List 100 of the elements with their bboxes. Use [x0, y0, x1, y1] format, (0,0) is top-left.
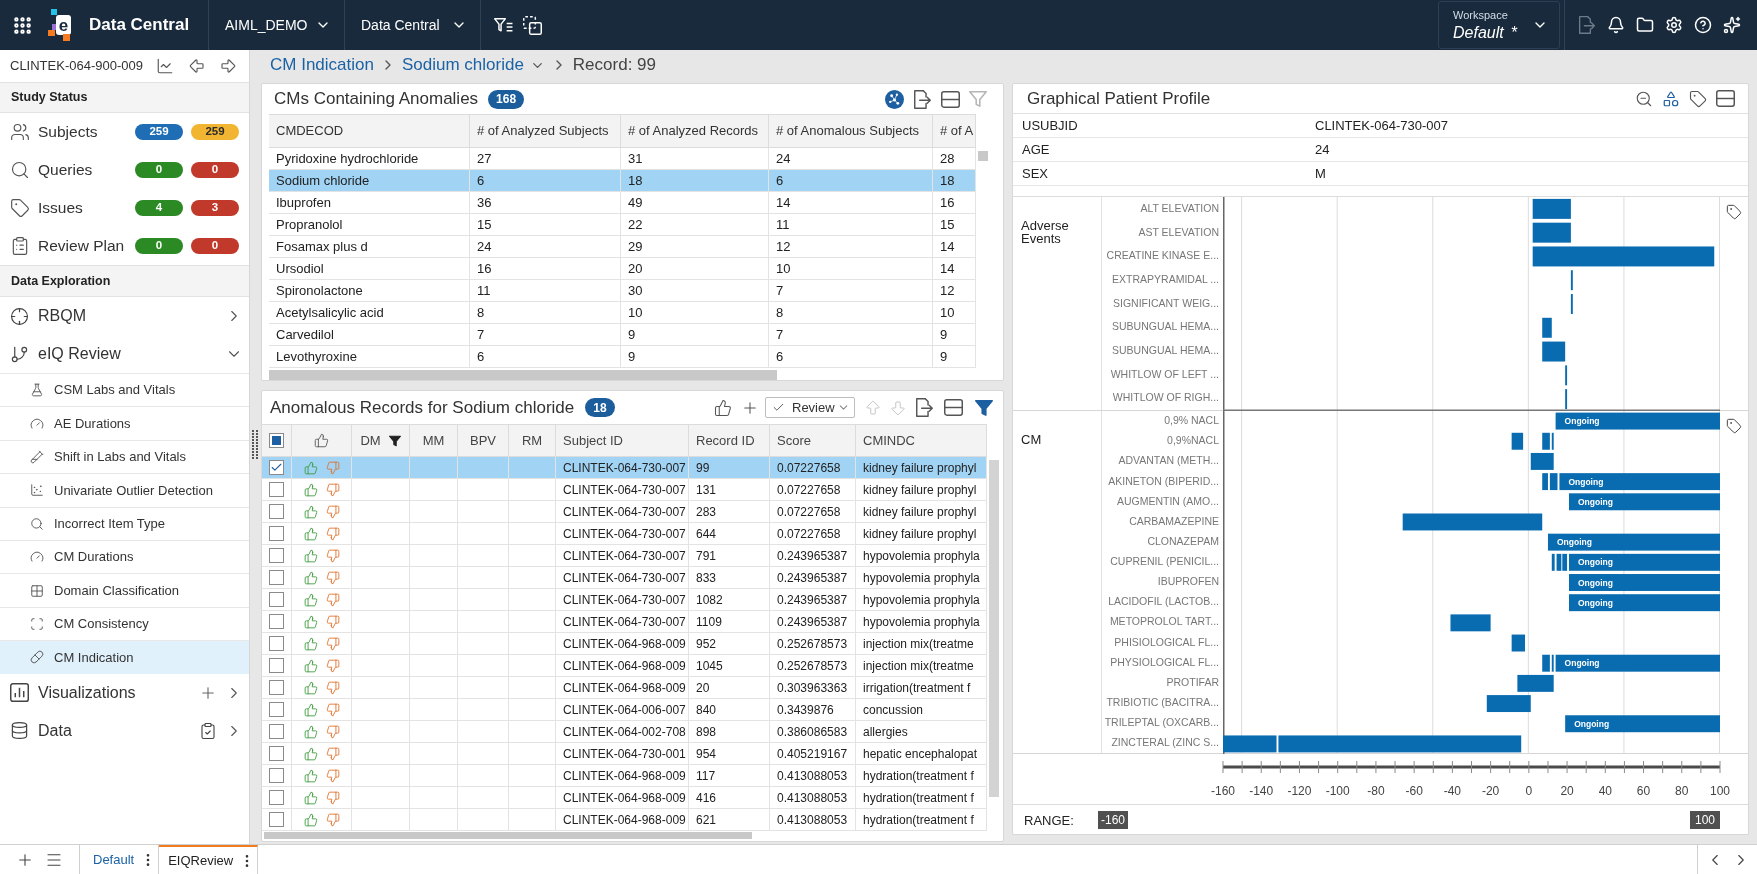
checkbox[interactable]: [269, 482, 284, 497]
arrow-left-icon[interactable]: [188, 57, 206, 75]
thumbs-down-icon[interactable]: [325, 680, 340, 695]
table-row[interactable]: CLINTEK-064-730-007 1109 0.243965387 hypovolemia prophyla: [262, 611, 987, 633]
sparkles-icon[interactable]: [1723, 16, 1741, 34]
arrow-right-icon[interactable]: [219, 57, 237, 75]
column-header[interactable]: # of Analyzed Subjects: [477, 121, 609, 141]
dotted-circle-icon[interactable]: [885, 89, 904, 109]
file-arrow-icon[interactable]: [1578, 16, 1596, 34]
checkbox[interactable]: [269, 790, 284, 805]
table-row[interactable]: CLINTEK-064-968-009 621 0.413088053 hydration(treatment f: [262, 809, 987, 831]
thumbs-up-icon[interactable]: [303, 504, 318, 519]
thumbs-down-icon[interactable]: [325, 592, 340, 607]
range-slider[interactable]: -160 100: [1098, 810, 1720, 829]
thumbs-up-icon[interactable]: [303, 570, 318, 585]
thumbs-down-icon[interactable]: [325, 526, 340, 541]
help-icon[interactable]: [1694, 16, 1712, 34]
checkbox[interactable]: [269, 702, 284, 717]
zoom-out-icon[interactable]: [1635, 89, 1653, 108]
clipboard-check-icon[interactable]: [199, 721, 217, 740]
line-chart-icon[interactable]: [156, 57, 174, 75]
checkbox[interactable]: [269, 570, 284, 585]
checkbox[interactable]: [269, 460, 284, 475]
checkbox[interactable]: [269, 812, 284, 827]
table-row[interactable]: CLINTEK-064-968-009 117 0.413088053 hydration(treatment f: [262, 765, 987, 787]
table-row[interactable]: CLINTEK-064-730-007 833 0.243965387 hypovolemia prophyla: [262, 567, 987, 589]
table-row[interactable]: CLINTEK-064-730-007 283 0.07227658 kidney failure prophyl: [262, 501, 987, 523]
checkbox[interactable]: [269, 614, 284, 629]
folder-icon[interactable]: [1636, 16, 1654, 34]
thumbs-down-icon[interactable]: [325, 504, 340, 519]
table-row[interactable]: CLINTEK-064-730-007 1082 0.243965387 hypovolemia prophyla: [262, 589, 987, 611]
checkbox[interactable]: [269, 526, 284, 541]
filter-icon[interactable]: [975, 398, 993, 417]
range-handle[interactable]: 100: [1690, 810, 1720, 829]
checkbox[interactable]: [269, 636, 284, 651]
thumbs-up-icon[interactable]: [303, 724, 318, 739]
checkbox[interactable]: [269, 768, 284, 783]
table-row[interactable]: CLINTEK-064-968-009 952 0.252678573 injection mix(treatme: [262, 633, 987, 655]
checkbox[interactable]: [269, 724, 284, 739]
table-row[interactable]: CLINTEK-064-730-007 99 0.07227658 kidney failure prophyl: [262, 457, 987, 479]
thumbs-up-icon[interactable]: [303, 702, 318, 717]
column-header[interactable]: # of Analyzed Records: [628, 121, 759, 141]
nav-item[interactable]: Data: [0, 711, 249, 750]
table-row[interactable]: CLINTEK-064-006-007 840 0.3439876 concussion: [262, 699, 987, 721]
thumbs-down-icon[interactable]: [325, 570, 340, 585]
range-handle[interactable]: -160: [1098, 810, 1128, 829]
table-row[interactable]: CLINTEK-064-002-708 898 0.386086583 allergies: [262, 721, 987, 743]
settings-icon[interactable]: [1665, 16, 1683, 34]
file-arrow-icon[interactable]: [915, 398, 934, 417]
column-header[interactable]: CMDECOD: [276, 121, 344, 141]
table-row[interactable]: CLINTEK-064-968-009 20 0.303963363 irrigation(treatment f: [262, 677, 987, 699]
column-filter-icon[interactable]: [388, 434, 401, 447]
nav-subitem[interactable]: CM Indication: [0, 640, 249, 674]
thumbs-up-icon[interactable]: [303, 548, 318, 563]
column-header[interactable]: Record ID: [696, 430, 755, 451]
thumbs-up-icon[interactable]: [714, 398, 732, 417]
tag-icon[interactable]: [1726, 418, 1742, 434]
tag-icon[interactable]: [1726, 204, 1742, 220]
thumbs-down-icon[interactable]: [325, 702, 340, 717]
column-header[interactable]: # of A: [940, 121, 974, 141]
file-arrow-icon[interactable]: [913, 89, 932, 109]
table-row[interactable]: Fosamax plus d 24 29 12 14: [269, 236, 976, 258]
thumbs-down-icon[interactable]: [325, 460, 340, 475]
column-header[interactable]: RM: [521, 430, 543, 451]
table-row[interactable]: Ibuprofen 36 49 14 16: [269, 192, 976, 214]
table-row[interactable]: Pyridoxine hydrochloride 27 31 24 28: [269, 148, 976, 170]
column-header[interactable]: Subject ID: [563, 430, 623, 451]
table-row[interactable]: Propranolol 15 22 11 15: [269, 214, 976, 236]
column-header[interactable]: # of Anomalous Subjects: [776, 121, 920, 141]
column-header[interactable]: MM: [422, 430, 445, 451]
thumbs-up-icon[interactable]: [303, 790, 318, 805]
dashed-squares-icon[interactable]: [523, 15, 542, 35]
thumbs-down-icon[interactable]: [325, 482, 340, 497]
split-rectangle-icon[interactable]: [944, 398, 963, 417]
column-header[interactable]: DM: [360, 430, 381, 451]
dropdown-button[interactable]: Data Central: [344, 0, 480, 50]
thumbs-down-icon[interactable]: [325, 812, 340, 827]
split-rectangle-icon[interactable]: [1716, 89, 1735, 108]
thumbs-up-icon[interactable]: [303, 526, 318, 541]
checkbox[interactable]: [269, 746, 284, 761]
thumbs-down-icon[interactable]: [325, 614, 340, 629]
filter-list-icon[interactable]: [494, 15, 513, 35]
vertical-scrollbar[interactable]: [978, 151, 988, 161]
checkbox[interactable]: [269, 680, 284, 695]
split-rectangle-icon[interactable]: [941, 89, 960, 109]
table-row[interactable]: CLINTEK-064-730-007 131 0.07227658 kidney failure prophyl: [262, 479, 987, 501]
thumbs-up-icon[interactable]: [303, 482, 318, 497]
shapes-icon[interactable]: [1662, 89, 1680, 108]
table-row[interactable]: CLINTEK-064-968-009 1045 0.252678573 injection mix(treatme: [262, 655, 987, 677]
nav-item[interactable]: Visualizations: [0, 673, 249, 712]
thumbs-up-icon[interactable]: [303, 768, 318, 783]
thumbs-up-icon[interactable]: [303, 746, 318, 761]
column-header[interactable]: BPV: [470, 430, 496, 451]
thumbs-up-icon[interactable]: [303, 460, 318, 475]
table-row[interactable]: CLINTEK-064-730-007 791 0.243965387 hypovolemia prophyla: [262, 545, 987, 567]
table-row[interactable]: CLINTEK-064-968-009 416 0.413088053 hydration(treatment f: [262, 787, 987, 809]
thumbs-up-icon[interactable]: [303, 658, 318, 673]
checkbox[interactable]: [269, 592, 284, 607]
table-row[interactable]: Spironolactone 11 30 7 12: [269, 280, 976, 302]
nav-item[interactable]: eIQ Review: [0, 335, 249, 373]
